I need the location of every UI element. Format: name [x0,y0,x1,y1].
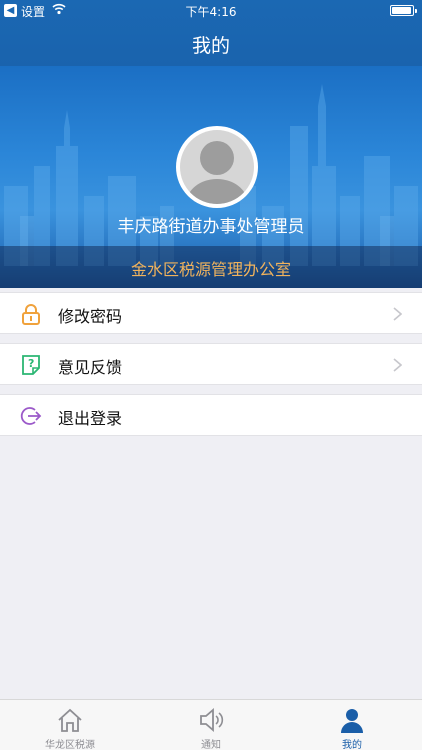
navigation-bar: ◀ 设置 下午4:16 我的 [0,0,422,66]
person-icon [341,709,363,733]
chevron-right-icon [393,358,402,372]
lock-icon [22,304,40,325]
feedback-icon: ? [22,355,40,375]
menu-label: 退出登录 [58,409,123,428]
home-icon [58,708,82,732]
avatar[interactable] [176,126,258,208]
chevron-right-icon [393,307,402,321]
menu-item-feedback[interactable]: ? 意见反馈 [0,343,422,385]
status-time: 下午4:16 [185,5,237,19]
menu-label: 修改密码 [58,307,123,326]
office-name: 金水区税源管理办公室 [130,260,291,279]
user-name: 丰庆路街道办事处管理员 [117,217,305,237]
menu-item-logout[interactable]: 退出登录 [0,394,422,436]
speaker-icon [200,708,224,732]
menu-item-change-password[interactable]: 修改密码 [0,292,422,334]
page-title: 我的 [191,35,230,57]
tab-home[interactable]: 华龙区税源 [0,700,140,750]
menu-label: 意见反馈 [58,358,123,377]
tab-bar: 华龙区税源 通知 我的 [0,699,422,750]
logout-icon [20,407,42,425]
tab-label: 华龙区税源 [45,740,95,750]
tab-mine[interactable]: 我的 [282,700,422,750]
tab-label: 我的 [342,740,362,750]
battery-icon [390,5,417,16]
profile-banner: 丰庆路街道办事处管理员 金水区税源管理办公室 [0,66,422,288]
default-avatar-icon [180,130,254,204]
status-bar: ◀ 设置 下午4:16 [0,0,422,22]
tab-label: 通知 [201,740,221,750]
tab-notifications[interactable]: 通知 [141,700,281,750]
